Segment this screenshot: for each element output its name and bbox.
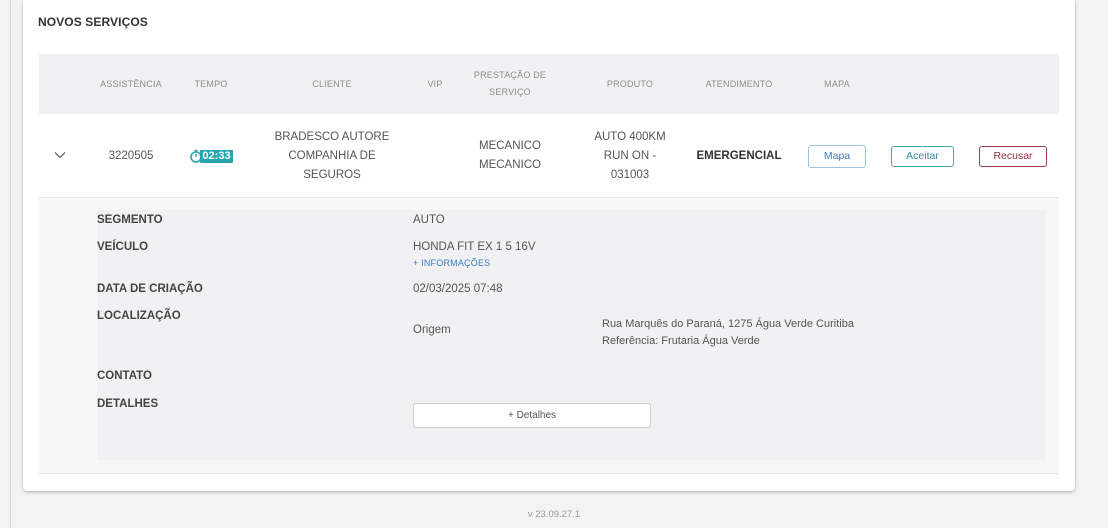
reject-button[interactable]: Recusar — [979, 145, 1047, 167]
recusar-cell: Recusar — [978, 114, 1048, 198]
data-criacao-value: 02/03/2025 07:48 — [413, 283, 503, 295]
add-details-button[interactable]: + Detalhes — [413, 403, 651, 428]
app-version: v 23.09.27.1 — [527, 509, 581, 520]
veiculo-label: VEÍCULO — [97, 241, 149, 253]
cliente-line: SEGUROS — [303, 168, 361, 181]
prestacao-line: MECANICO — [479, 159, 541, 171]
produto-line: AUTO 400KM — [594, 130, 666, 143]
chevron-down-icon[interactable] — [53, 148, 67, 162]
assistencia-number: 3220505 — [108, 149, 154, 162]
header-prestacao: PRESTAÇÃO DE SERVIÇO — [463, 54, 557, 114]
left-rail — [10, 0, 11, 528]
tempo-cell: 02:33 — [181, 114, 241, 198]
header-assistencia: ASSISTÊNCIA — [100, 78, 162, 89]
produto-line: 031003 — [610, 168, 650, 181]
section-title: NOVOS SERVIÇOS — [38, 15, 148, 29]
segmento-value: AUTO — [413, 214, 445, 226]
map-button[interactable]: Mapa — [808, 144, 866, 168]
detalhes-label: DETALHES — [97, 398, 159, 410]
data-criacao-label: DATA DE CRIAÇÃO — [97, 283, 203, 295]
header-prestacao-line1: PRESTAÇÃO DE — [473, 70, 547, 80]
timer: 02:33 — [189, 149, 233, 163]
atendimento-value: EMERGENCIAL — [696, 149, 782, 162]
timer-value: 02:33 — [200, 149, 233, 163]
prestacao-cell: MECANICO MECANICO — [463, 114, 557, 198]
table-header: ASSISTÊNCIA TEMPO CLIENTE VIP PRESTAÇÃO … — [39, 54, 1059, 114]
header-vip: VIP — [427, 78, 443, 89]
header-cliente: CLIENTE — [312, 78, 352, 89]
table-row: 3220505 02:33 BRADESCO AUTORE COMPANHIA … — [39, 114, 1059, 198]
origem-reference: Referência: Frutaria Água Verde — [602, 335, 760, 347]
cliente-cell: BRADESCO AUTORE COMPANHIA DE SEGUROS — [272, 114, 392, 198]
produto-cell: AUTO 400KM RUN ON - 031003 — [587, 114, 673, 198]
origem-address: Rua Marquês do Paraná, 1275 Água Verde C… — [602, 318, 854, 330]
header-atendimento: ATENDIMENTO — [705, 78, 773, 89]
cliente-line: COMPANHIA DE — [288, 149, 376, 162]
veiculo-value: HONDA FIT EX 1 5 16V — [413, 241, 536, 253]
row-details-panel: SEGMENTO AUTO VEÍCULO HONDA FIT EX 1 5 1… — [39, 198, 1059, 474]
produto-line: RUN ON - — [603, 149, 657, 162]
header-mapa: MAPA — [824, 78, 850, 89]
header-tempo: TEMPO — [194, 78, 228, 89]
vip-cell — [418, 114, 452, 198]
accept-button[interactable]: Aceitar — [891, 145, 954, 167]
more-info-link[interactable]: + INFORMAÇÕES — [413, 258, 490, 268]
header-produto: PRODUTO — [606, 78, 654, 89]
contato-label: CONTATO — [97, 370, 152, 382]
localizacao-label: LOCALIZAÇÃO — [97, 310, 181, 322]
segmento-label: SEGMENTO — [97, 214, 163, 226]
header-prestacao-line2: SERVIÇO — [489, 87, 531, 97]
aceitar-cell: Aceitar — [890, 114, 955, 198]
cliente-line: BRADESCO AUTORE — [274, 130, 390, 143]
mapa-cell: Mapa — [807, 114, 867, 198]
origem-label: Origem — [413, 324, 451, 336]
new-services-card: NOVOS SERVIÇOS ASSISTÊNCIA TEMPO CLIENTE… — [23, 0, 1075, 491]
prestacao-line: MECANICO — [479, 140, 541, 152]
